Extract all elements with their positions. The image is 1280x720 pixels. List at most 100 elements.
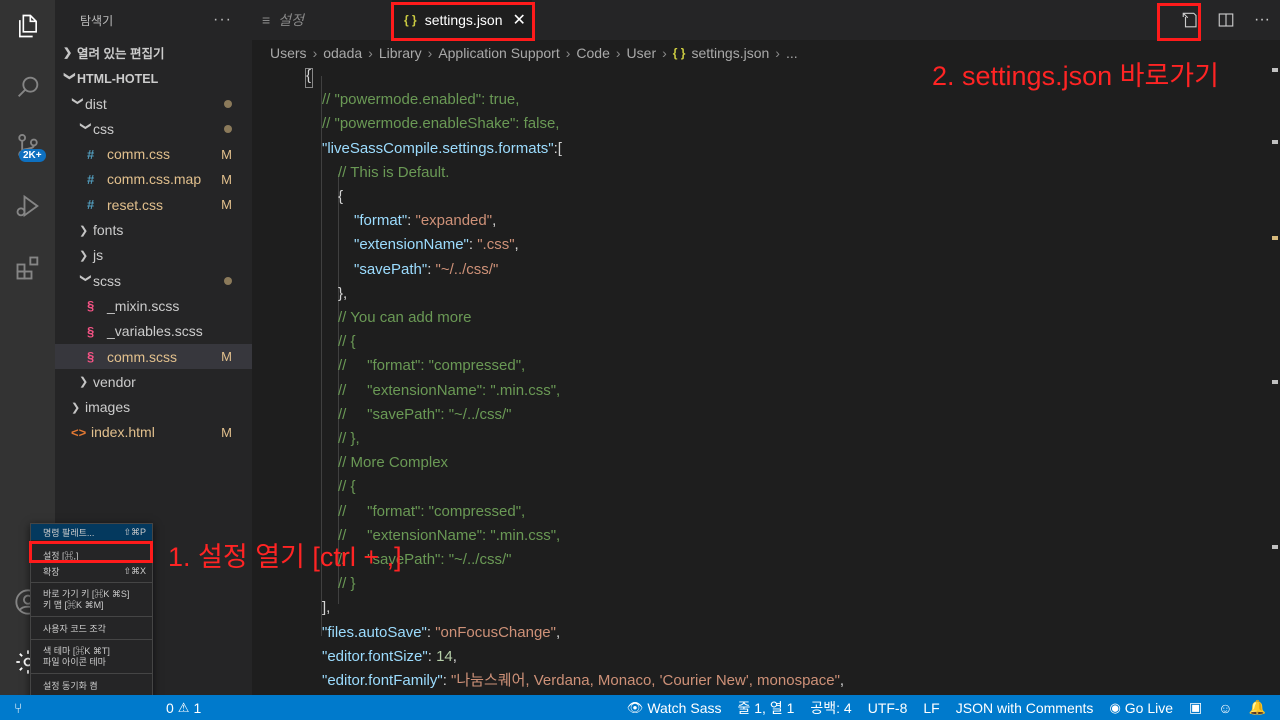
context-menu-item[interactable]: 색 테마 [⌘K ⌘T] 파일 아이콘 테마 (31, 643, 152, 670)
code-line: ], (322, 599, 331, 617)
code-line: // This is Default. (338, 163, 450, 181)
chevron-right-icon: ❯ (79, 249, 89, 262)
scss-file-icon: § (87, 323, 95, 339)
extensions-icon[interactable] (0, 242, 55, 294)
breadcrumb-item[interactable]: Library (379, 45, 422, 61)
tree-item[interactable]: ❯ vendor (55, 369, 252, 394)
language-mode[interactable]: JSON with Comments (956, 700, 1094, 716)
breadcrumb-item[interactable]: odada (323, 45, 362, 61)
chevron-down-icon: ❯ (71, 96, 84, 106)
breadcrumb: Users › odada › Library › Application Support ›… (270, 42, 798, 64)
tree-item-label: js (93, 247, 104, 264)
split-editor-icon[interactable] (1208, 0, 1244, 40)
breadcrumb-separator: › (662, 45, 667, 61)
css-file-icon: # (87, 171, 95, 187)
tree-item[interactable]: <> index.html M (55, 420, 252, 445)
code-line: "savePath": "~/../css/" (354, 260, 499, 278)
end-of-line[interactable]: LF (923, 700, 939, 716)
chevron-down-icon: ❯ (79, 273, 92, 283)
remote-icon[interactable]: ⑂ (14, 700, 22, 716)
tree-item[interactable]: § _mixin.scss (55, 293, 252, 318)
context-menu-item[interactable]: 바로 가기 키 [⌘K ⌘S] 키 맵 [⌘K ⌘M] (31, 586, 152, 613)
run-debug-icon[interactable] (0, 180, 55, 232)
tree-item[interactable]: # comm.css.map M (55, 167, 252, 192)
breadcrumb-item[interactable]: settings.json (691, 45, 769, 61)
tree-item[interactable]: # reset.css M (55, 192, 252, 217)
tree-item[interactable]: ❯ dist (55, 91, 252, 116)
tree-item[interactable]: § _variables.scss (55, 319, 252, 344)
chevron-down-icon: ❯ (63, 71, 76, 81)
scroll-marker (1272, 68, 1278, 72)
context-menu-item[interactable]: 설정 동기화 켬 (31, 677, 152, 693)
annotation-step2: 2. settings.json 바로가기 (932, 61, 1219, 91)
project-section[interactable]: ❯ HTML-HOTEL (55, 66, 252, 91)
explorer-icon[interactable] (0, 0, 55, 52)
tree-item[interactable]: ❯ scss (55, 268, 252, 293)
tree-item[interactable]: ❯ js (55, 243, 252, 268)
more-actions-icon[interactable]: ··· (1244, 0, 1280, 40)
go-live-label: Go Live (1124, 699, 1174, 716)
breadcrumb-item[interactable]: Code (576, 45, 609, 61)
bracket-match-marker (305, 68, 313, 88)
modified-badge: M (221, 146, 232, 162)
code-editor[interactable]: {// "powermode.enabled": true, // "powerm… (252, 64, 1280, 695)
breadcrumb-separator: › (565, 45, 571, 61)
code-line: // More Complex (338, 454, 449, 472)
code-line: // You can add more (338, 309, 472, 326)
notifications-bell-icon[interactable]: 🔔 (1249, 699, 1266, 716)
menu-separator (31, 673, 152, 674)
modified-dot (224, 124, 232, 133)
source-control-icon[interactable] (0, 120, 55, 172)
terminal-icon[interactable]: ▣ (1189, 699, 1202, 716)
settings-menu-highlight-box (29, 541, 153, 563)
tree-item[interactable]: ❯ images (55, 395, 252, 420)
scss-file-icon: § (87, 298, 95, 314)
go-live-button[interactable]: ◉ Go Live (1109, 700, 1173, 716)
code-line: "format": "expanded", (354, 212, 497, 230)
code-line: "editor.fontSize": 14, (322, 647, 457, 665)
open-json-highlight-box (1157, 3, 1201, 41)
tab-highlight-box (391, 2, 535, 41)
code-line: "editor.fontFamily": "나눔스퀘어, Verdana, Mo… (322, 672, 845, 689)
code-line: // "powermode.enableShake": false, (322, 115, 560, 133)
cursor-position[interactable]: 줄 1, 열 1 (737, 698, 794, 718)
open-editors-section[interactable]: ❯ 열려 있는 편집기 (55, 40, 252, 65)
code-line: }, (338, 284, 348, 302)
tree-item-label: images (85, 399, 131, 416)
breadcrumb-item[interactable]: Application Support (438, 45, 559, 61)
tree-item-label: _mixin.scss (107, 297, 180, 314)
tree-item[interactable]: # comm.css M (55, 142, 252, 167)
feedback-icon[interactable]: ☺ (1218, 700, 1232, 716)
modified-dot (224, 276, 232, 285)
search-icon[interactable] (0, 61, 55, 113)
context-menu-item[interactable]: 명령 팔레트... ⇧⌘P (31, 524, 152, 540)
tree-item[interactable]: ❯ fonts (55, 218, 252, 243)
modified-badge: M (221, 349, 232, 364)
menu-separator (31, 582, 152, 583)
breadcrumb-item[interactable]: ... (786, 45, 798, 61)
scroll-marker (1272, 545, 1278, 549)
warning-count: 1 (193, 699, 202, 716)
indentation[interactable]: 공백: 4 (810, 698, 851, 718)
watch-sass-button[interactable]: 👁 Watch Sass (627, 700, 722, 716)
tab-settings-ui[interactable]: ≡ 설정 (262, 0, 392, 40)
code-line: "liveSassCompile.settings.formats":[ (322, 139, 562, 157)
project-label: HTML-HOTEL (77, 71, 159, 86)
tree-item[interactable]: ❯ css (55, 116, 252, 141)
tree-item[interactable]: § comm.scss M (55, 344, 252, 369)
breadcrumb-item[interactable]: Users (270, 45, 307, 61)
explorer-title: 탐색기 (80, 13, 114, 28)
code-line: // } (338, 575, 356, 593)
code-line: // }, (338, 430, 360, 447)
context-menu-item[interactable]: 사용자 코드 조각 (31, 620, 152, 636)
chevron-down-icon: ❯ (79, 121, 92, 132)
problem-count: 0 (166, 699, 174, 716)
menu-separator (31, 639, 152, 640)
more-actions-icon[interactable]: ··· (213, 11, 232, 29)
breadcrumb-item[interactable]: User (627, 45, 657, 61)
context-menu-item[interactable]: 확장 ⇧⌘X (31, 563, 152, 579)
problems-indicator[interactable]: 0 ⚠ 1 (166, 700, 201, 716)
warning-icon: ⚠ (177, 699, 190, 715)
chevron-right-icon: ❯ (79, 376, 89, 389)
encoding[interactable]: UTF-8 (868, 700, 908, 716)
